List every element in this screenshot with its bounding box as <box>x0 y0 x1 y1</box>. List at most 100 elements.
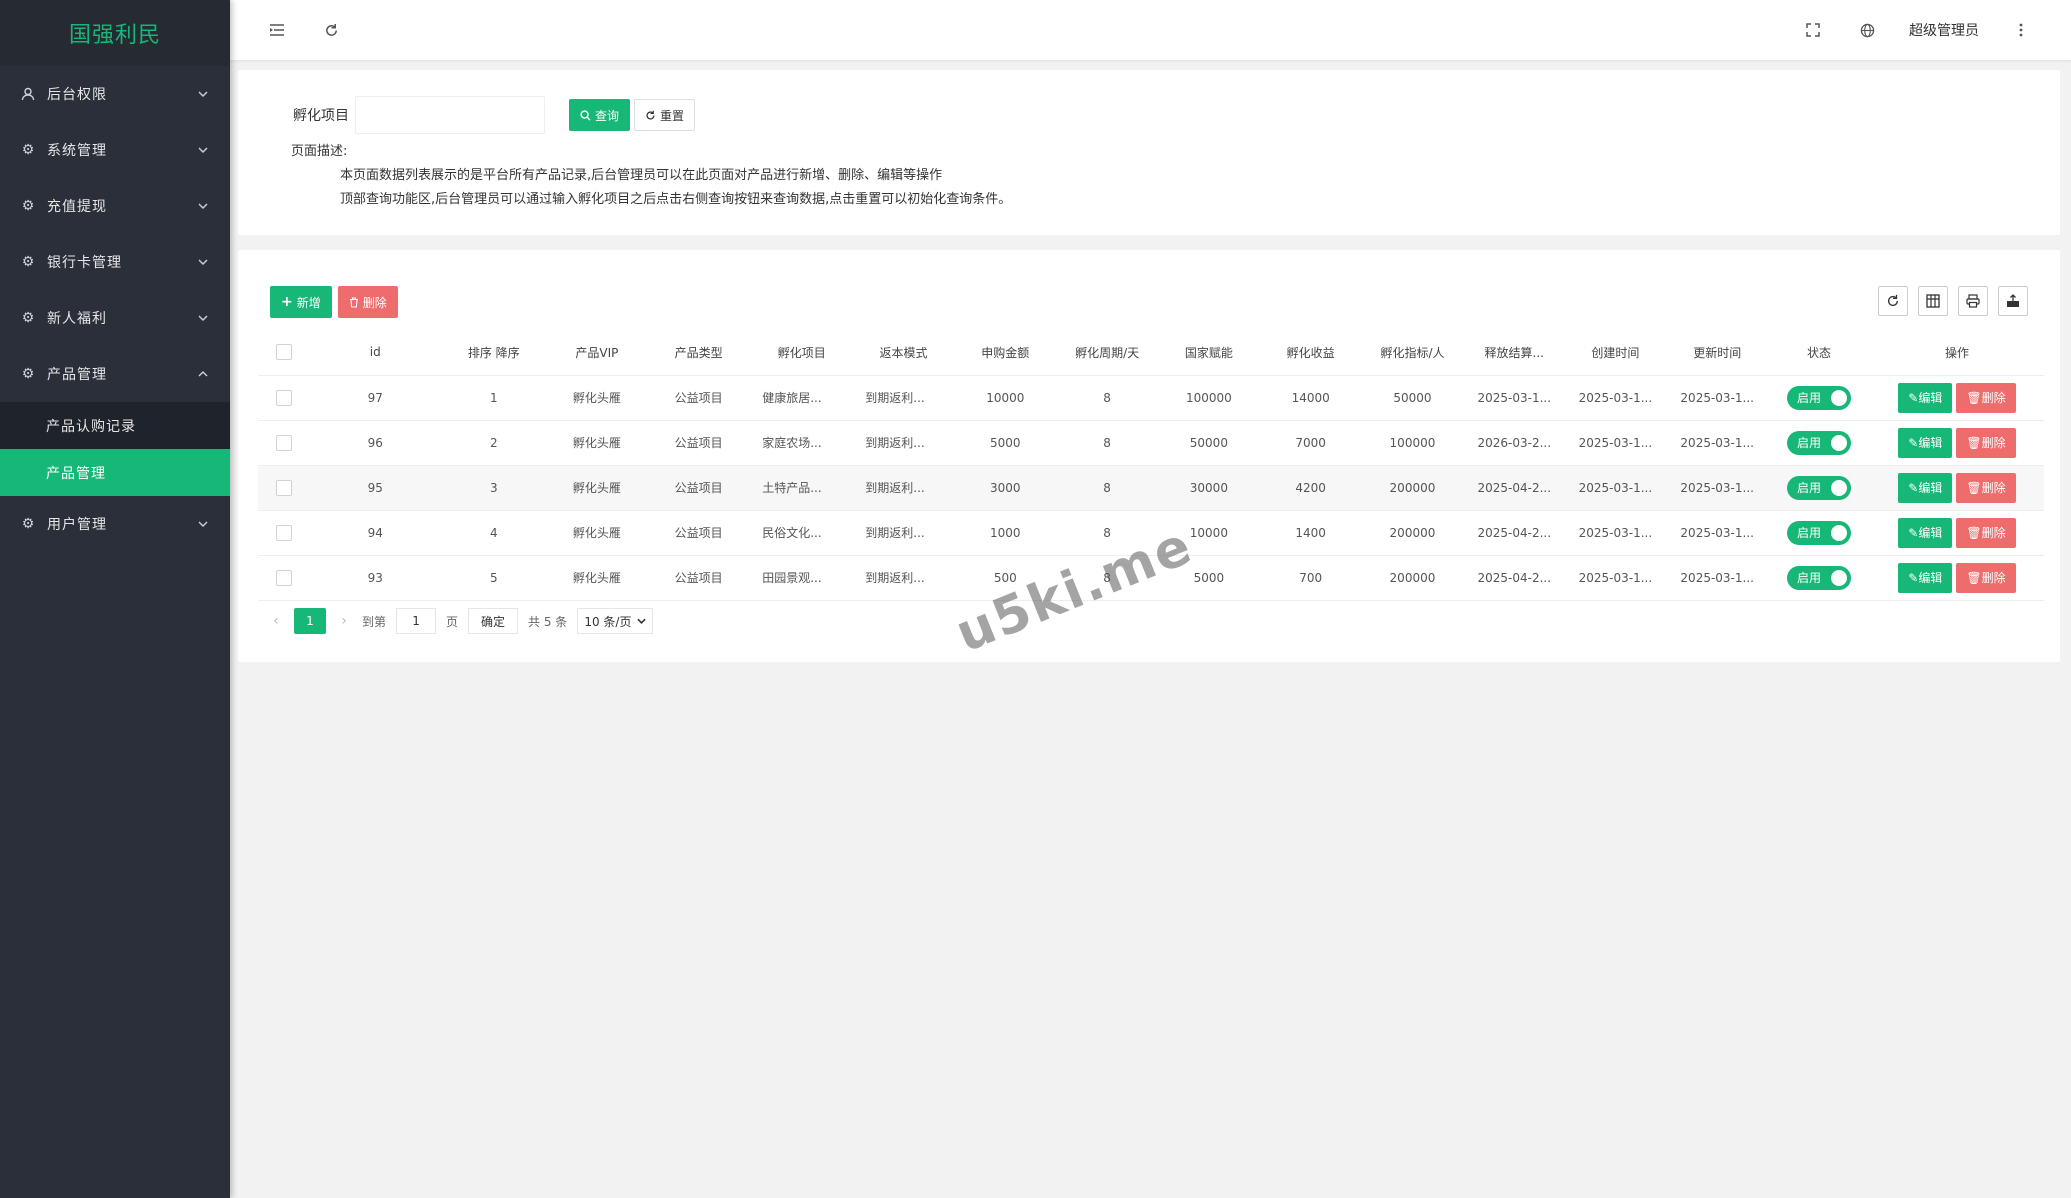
row-select-cell <box>258 510 310 556</box>
reset-button[interactable]: 重置 <box>634 99 696 131</box>
goto-label: 到第 <box>362 614 387 629</box>
delete-button[interactable]: 🗑 删除 <box>1956 382 2016 413</box>
column-header: 状态 <box>1768 330 1870 376</box>
status-toggle[interactable]: 启用 <box>1786 520 1851 545</box>
delete-label: 删除 <box>1981 481 2006 495</box>
select-all-checkbox[interactable] <box>275 344 292 361</box>
batch-delete-button[interactable]: 删除 <box>337 286 398 318</box>
print-icon[interactable] <box>1958 286 1988 316</box>
cell-mode: 到期返利... <box>853 555 954 601</box>
status-cell: 启用 <box>1768 510 1870 556</box>
gear-icon: ⚙ <box>21 198 35 214</box>
cell-mode: 到期返利... <box>853 465 954 511</box>
sidebar-item-bank-card[interactable]: ⚙ 银行卡管理 <box>0 234 230 290</box>
cell-vip: 孵化头雁 <box>546 375 648 421</box>
export-icon[interactable] <box>1998 286 2028 316</box>
sidebar-item-label: 用户管理 <box>47 517 107 533</box>
globe-icon[interactable] <box>1855 18 1879 42</box>
trash-icon: 🗑 <box>1966 390 1982 405</box>
edit-button[interactable]: ✎ 编辑 <box>1898 562 1953 593</box>
row-checkbox[interactable] <box>275 434 292 451</box>
cell-income: 1400 <box>1260 510 1361 556</box>
table-toolbar: + 新增 删除 <box>270 286 398 318</box>
sidebar-item-label: 产品管理 <box>47 367 107 383</box>
row-checkbox[interactable] <box>275 389 292 406</box>
plus-icon: + <box>281 294 293 310</box>
column-header: 返本模式 <box>853 330 954 376</box>
chevron-left-icon[interactable]: ‹ <box>268 613 284 629</box>
status-label: 启用 <box>1796 481 1821 495</box>
cell-vip: 孵化头雁 <box>546 420 648 466</box>
delete-button[interactable]: 🗑 删除 <box>1956 562 2016 593</box>
edit-button[interactable]: ✎ 编辑 <box>1898 517 1953 548</box>
toggle-knob <box>1830 434 1847 451</box>
sidebar-item-newbie-benefits[interactable]: ⚙ 新人福利 <box>0 290 230 346</box>
table-header-row: id 排序 降序 产品VIP 产品类型 孵化项目 返本模式 申购金额 孵化周期/… <box>258 330 2044 376</box>
sidebar-item-system[interactable]: ⚙ 系统管理 <box>0 122 230 178</box>
edit-button[interactable]: ✎ 编辑 <box>1898 382 1953 413</box>
cell-id: 95 <box>309 465 441 511</box>
add-button[interactable]: + 新增 <box>270 286 332 318</box>
table-row[interactable]: 96 2 孵化头雁 公益项目 家庭农场... 到期返利... 5000 8 50000 7000 1… <box>258 420 2044 466</box>
sidebar-item-recharge[interactable]: ⚙ 充值提现 <box>0 178 230 234</box>
cell-updated: 2025-03-1... <box>1666 555 1769 601</box>
cell-mode: 到期返利... <box>853 375 954 421</box>
cell-quota: 200000 <box>1360 555 1464 601</box>
cell-project: 田园景观... <box>750 555 854 601</box>
fullscreen-icon[interactable] <box>1801 18 1825 42</box>
row-checkbox[interactable] <box>275 479 292 496</box>
chevron-right-icon[interactable]: › <box>336 613 352 629</box>
cell-id: 97 <box>309 375 441 421</box>
sidebar-item-users[interactable]: ⚙ 用户管理 <box>0 496 230 552</box>
row-select-cell <box>258 420 310 466</box>
edit-label: 编辑 <box>1918 571 1943 585</box>
goto-page-input[interactable]: 1 <box>396 608 437 634</box>
columns-icon[interactable] <box>1918 286 1948 316</box>
product-submenu: 产品认购记录 产品管理 <box>0 402 230 496</box>
project-search-input[interactable] <box>355 96 545 134</box>
trash-icon: 🗑 <box>1966 435 1982 450</box>
status-toggle[interactable]: 启用 <box>1786 565 1851 590</box>
status-toggle[interactable]: 启用 <box>1786 430 1851 455</box>
column-header-sort[interactable]: 排序 降序 <box>440 330 547 376</box>
menu-fold-icon[interactable] <box>265 18 289 42</box>
current-page[interactable]: 1 <box>294 608 326 634</box>
sidebar-subitem-product-subscriptions[interactable]: 产品认购记录 <box>0 402 230 449</box>
sidebar-subitem-product-management[interactable]: 产品管理 <box>0 449 230 496</box>
cell-settle: 2026-03-2... <box>1464 420 1565 466</box>
table-row[interactable]: 97 1 孵化头雁 公益项目 健康旅居... 到期返利... 10000 8 100000 140… <box>258 375 2044 421</box>
column-header: 产品类型 <box>647 330 751 376</box>
table-row[interactable]: 93 5 孵化头雁 公益项目 田园景观... 到期返利... 500 8 5000 700 2000… <box>258 555 2044 601</box>
gear-icon: ⚙ <box>21 142 35 158</box>
delete-button[interactable]: 🗑 删除 <box>1956 517 2016 548</box>
pagination: ‹ 1 › 到第 1 页 确定 共 5 条 10 条/页 <box>268 608 654 634</box>
cell-vip: 孵化头雁 <box>546 465 648 511</box>
goto-confirm-button[interactable]: 确定 <box>468 608 519 634</box>
table-row[interactable]: 95 3 孵化头雁 公益项目 土特产品... 到期返利... 3000 8 30000 4200 2… <box>258 465 2044 511</box>
edit-button[interactable]: ✎ 编辑 <box>1898 427 1953 458</box>
sidebar-item-product[interactable]: ⚙ 产品管理 <box>0 346 230 402</box>
trash-icon: 🗑 <box>1966 570 1982 585</box>
sidebar-item-admin-permissions[interactable]: 后台权限 <box>0 66 230 122</box>
row-checkbox[interactable] <box>275 524 292 541</box>
user-icon <box>20 86 36 102</box>
table-row[interactable]: 94 4 孵化头雁 公益项目 民俗文化... 到期返利... 1000 8 10000 1400 2… <box>258 510 2044 556</box>
delete-button[interactable]: 🗑 删除 <box>1956 427 2016 458</box>
delete-button[interactable]: 🗑 删除 <box>1956 472 2016 503</box>
edit-button[interactable]: ✎ 编辑 <box>1898 472 1953 503</box>
cell-empower: 10000 <box>1157 510 1261 556</box>
cell-id: 93 <box>309 555 441 601</box>
edit-icon: ✎ <box>1908 435 1919 450</box>
refresh-icon[interactable] <box>319 18 343 42</box>
select-all-cell <box>258 330 310 376</box>
row-checkbox[interactable] <box>275 569 292 586</box>
query-button[interactable]: 查询 <box>569 99 631 131</box>
more-vertical-icon[interactable] <box>2009 18 2033 42</box>
refresh-icon[interactable] <box>1878 286 1908 316</box>
current-user[interactable]: 超级管理员 <box>1909 20 1979 40</box>
status-toggle[interactable]: 启用 <box>1786 385 1851 410</box>
delete-label: 删除 <box>1981 391 2006 405</box>
page-size-select[interactable]: 10 条/页 <box>577 608 654 634</box>
status-toggle[interactable]: 启用 <box>1786 475 1851 500</box>
sidebar-item-label: 后台权限 <box>47 87 107 103</box>
